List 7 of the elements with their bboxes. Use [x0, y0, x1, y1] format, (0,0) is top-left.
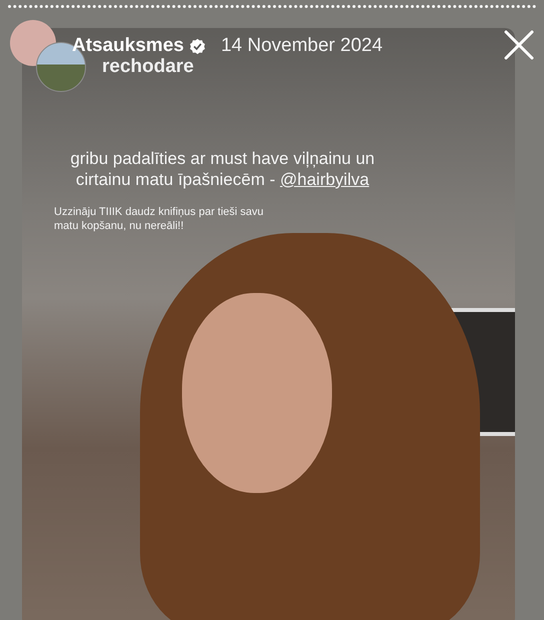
author-name[interactable]: rechodare: [102, 56, 194, 78]
story-date: 14 November 2024: [220, 35, 383, 57]
close-icon[interactable]: [503, 29, 535, 61]
mention-link[interactable]: @hairbyilva: [280, 170, 370, 189]
story-note: Uzzināju TIIIK daudz knifiņus par tieši savu matu kopšanu, nu nereāli!!: [54, 205, 265, 233]
story-caption: gribu padalīties ar must have viļņainu un cirtainu matu īpašniecēm - @hairbyilva: [69, 148, 376, 190]
account-name[interactable]: Atsauksmes: [72, 35, 184, 57]
